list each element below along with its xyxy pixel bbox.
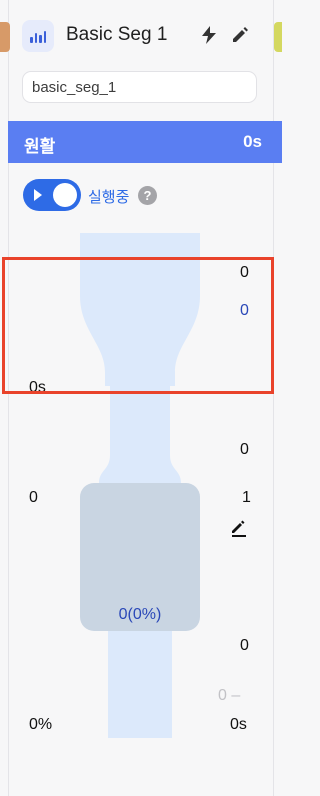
edit-icon[interactable] (229, 518, 249, 538)
right-time: 0s (230, 716, 247, 733)
left-count: 0 (29, 489, 38, 506)
left-percent: 0% (29, 716, 53, 733)
box-value: 0(0%) (118, 606, 162, 623)
funnel-bottom-shape (108, 631, 172, 738)
mid-count: 0 (240, 441, 249, 458)
bottom-count: 0 (240, 637, 249, 654)
funnel-neck-shape (99, 386, 181, 483)
bottom-minor-count: 0 – (218, 687, 241, 704)
highlight-frame (2, 257, 274, 394)
funnel-graphic (80, 233, 200, 738)
right-count: 1 (242, 489, 251, 506)
